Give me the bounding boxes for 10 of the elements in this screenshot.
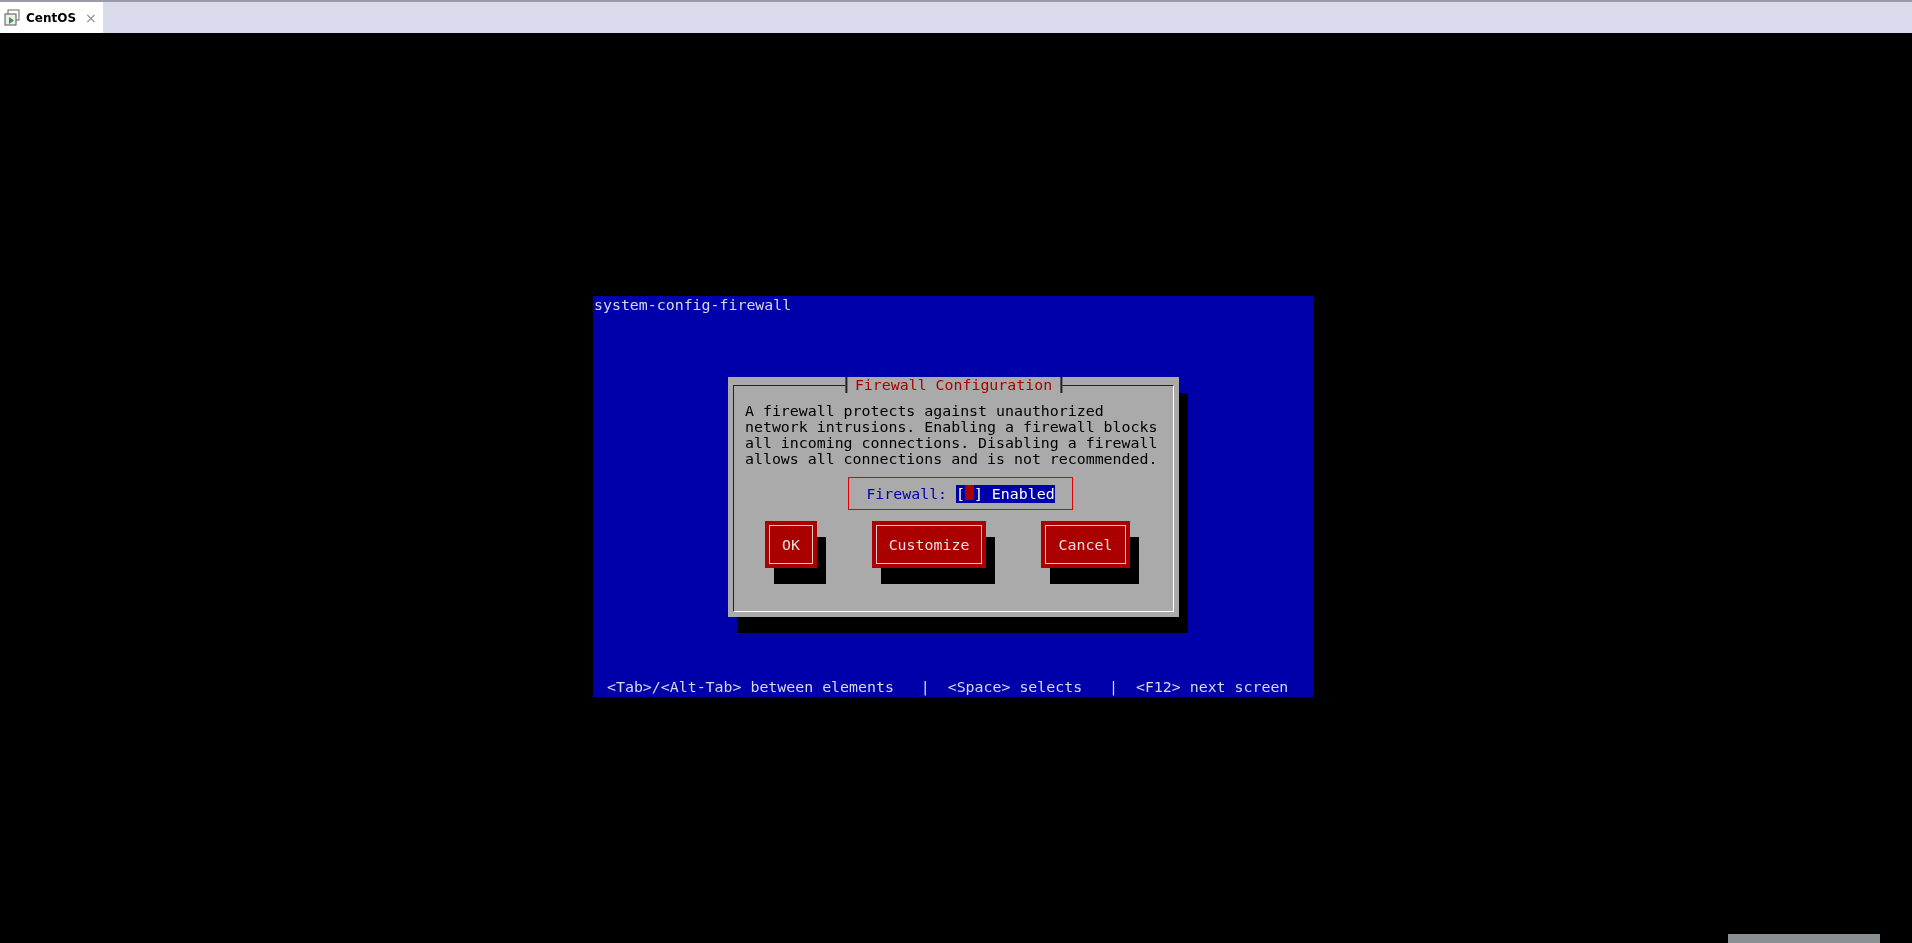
vm-icon xyxy=(3,8,21,27)
dialog-message: A firewall protects against unauthorized network intrusions. Enabling a firewall blocks all incoming connections. Disabling a firewall allows all connections and is not recommended. xyxy=(745,403,1158,467)
tab-title: CentOS xyxy=(26,10,77,25)
close-icon[interactable]: × xyxy=(85,9,97,26)
field-label: Firewall: xyxy=(866,484,948,503)
enabled-checkbox[interactable]: [ ] Enabled xyxy=(956,484,1055,503)
screen-title: system-config-firewall xyxy=(594,296,792,314)
dialog-title: Firewall Configuration xyxy=(844,377,1063,393)
vm-tab[interactable]: CentOS × xyxy=(0,2,103,33)
key-hints: <Tab>/<Alt-Tab> between elements | <Space> selects | <F12> next screen xyxy=(607,678,1289,696)
